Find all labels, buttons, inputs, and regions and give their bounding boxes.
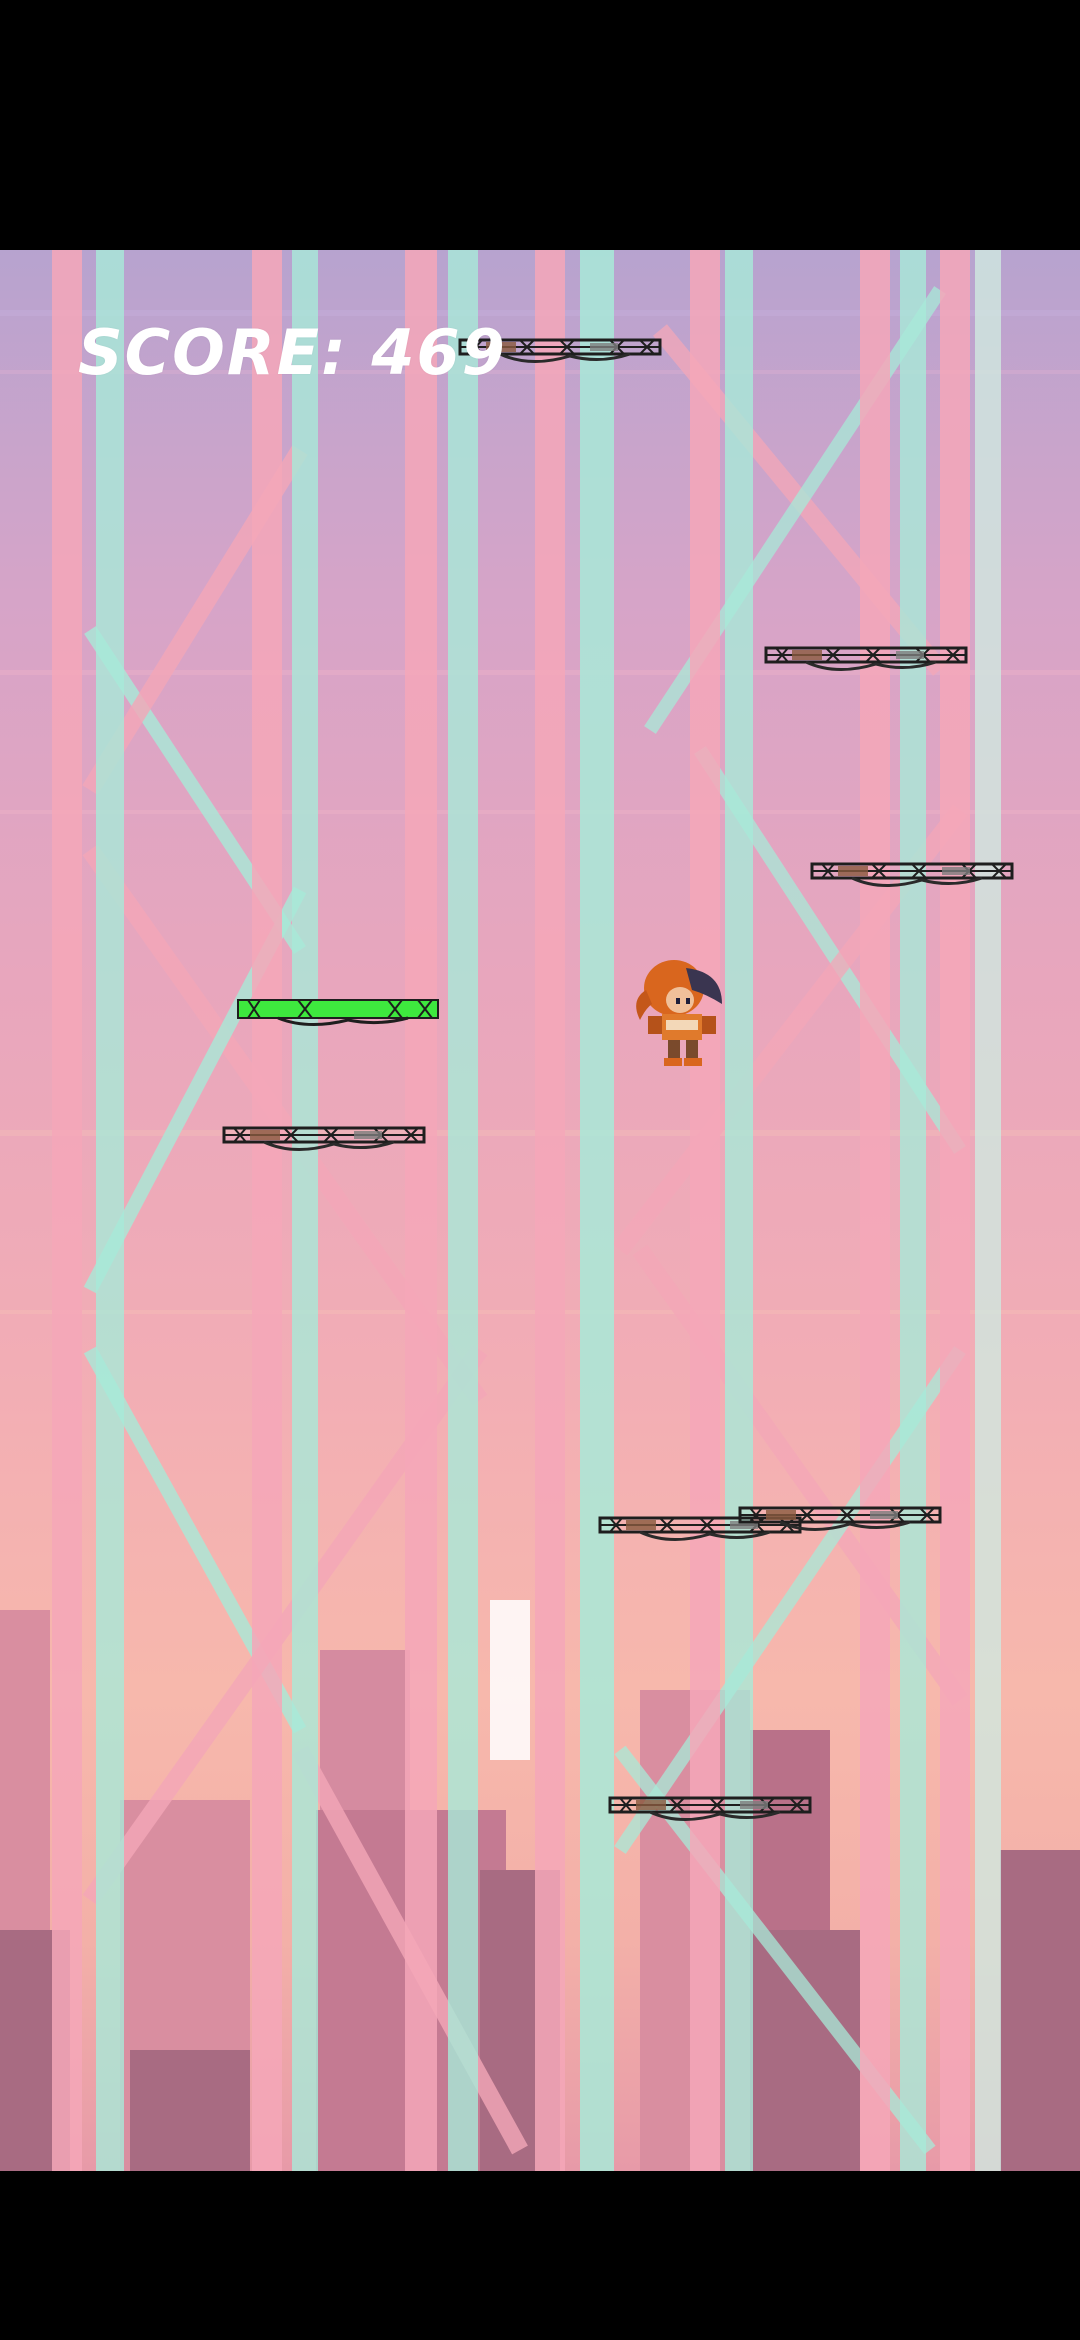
top-black-bar	[0, 0, 1080, 250]
game-canvas[interactable]: SCORE: 469	[0, 250, 1080, 2171]
score-label: SCORE: 469	[78, 316, 507, 389]
game-scene	[0, 250, 1080, 2171]
bottom-black-bar	[0, 2171, 1080, 2340]
